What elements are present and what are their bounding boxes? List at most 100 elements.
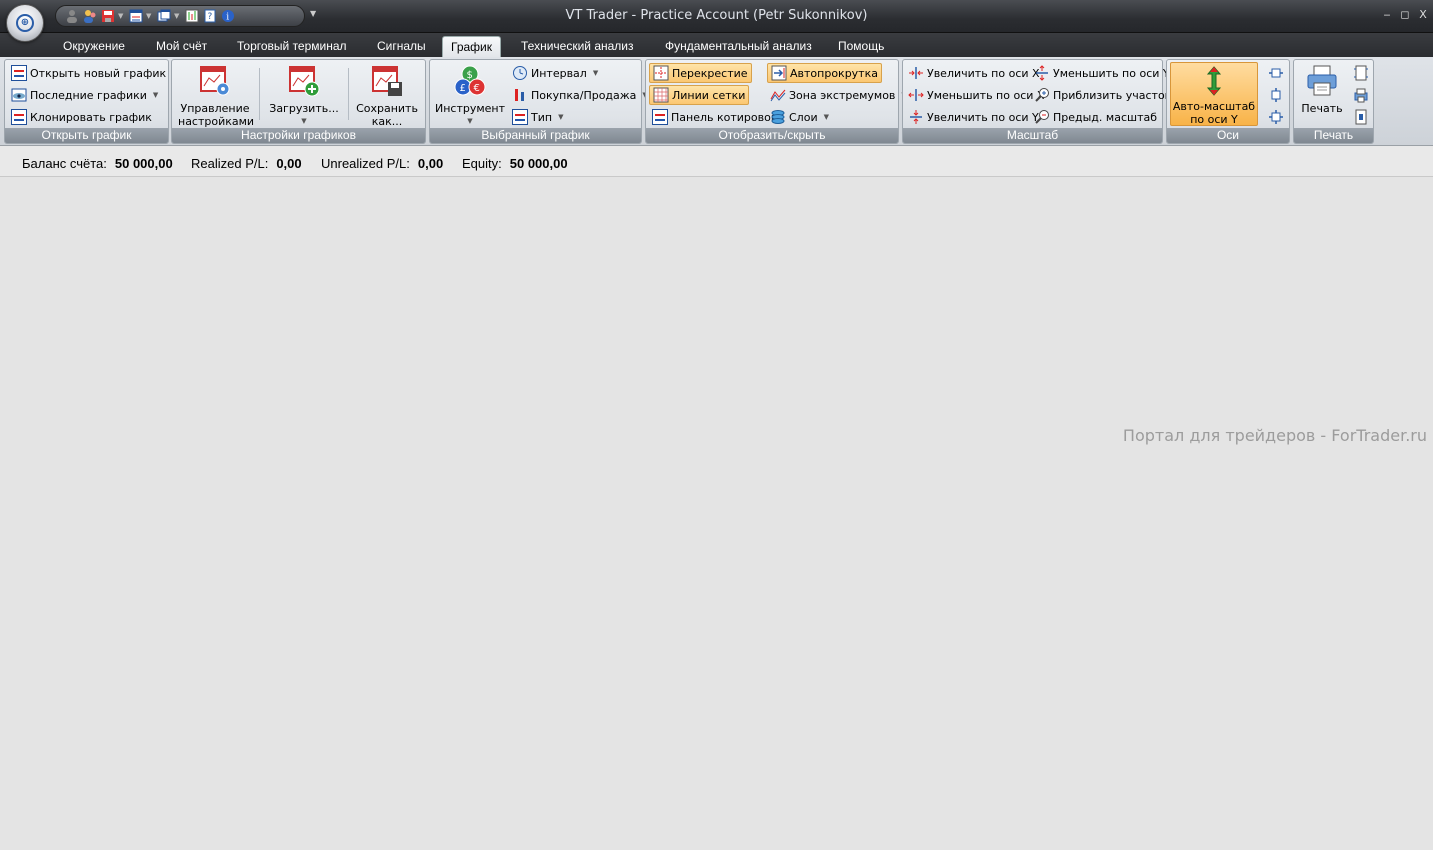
chart-type-label: Тип [531,110,553,124]
crosshair-icon [653,65,669,81]
chart-type-icon [512,109,528,125]
autoscroll-label: Автопрокрутка [790,66,878,80]
extremum-zone-label: Зона экстремумов [789,88,896,102]
zoom-out-y-button[interactable]: Уменьшить по оси Y [1031,63,1173,83]
chart-settings-gear-icon [198,64,232,98]
account-status-bar: Баланс счёта: 50 000,00 Realized P/L: 0,00… [0,146,1433,177]
axis-option-3-button[interactable] [1265,107,1287,127]
axis-option-2-button[interactable] [1265,85,1287,105]
axis-option-1-button[interactable] [1265,63,1287,83]
balance-label: Баланс счёта: [22,156,107,171]
tab-my-account[interactable]: Мой счёт [148,36,215,57]
quote-panel-toggle[interactable]: Панель котировок [649,107,780,127]
group-axes: Авто-масштаб по оси Y Оси [1166,59,1290,144]
clone-chart-button[interactable]: Клонировать график [8,107,155,127]
grid-lines-toggle[interactable]: Линии сетки [649,85,750,105]
extremum-zone-toggle[interactable]: Зона экстремумов ▼ [767,85,910,105]
zoom-region-button[interactable]: Приблизить участок [1031,85,1174,105]
print-settings-icon [1353,109,1369,125]
zoom-in-x-label: Увеличить по оси X [927,66,1040,80]
minimize-button[interactable]: ‒ [1381,8,1393,21]
clock-icon [512,65,528,81]
interval-button[interactable]: Интервал ▼ [509,63,601,83]
equity-label: Equity: [462,156,502,171]
restore-button[interactable]: ◻ [1399,8,1411,21]
auto-scale-icon [1202,66,1226,96]
auto-scale-y-toggle[interactable]: Авто-масштаб по оси Y [1170,62,1258,126]
group-selected-chart: $ £ € Инструмент ▼ Интервал ▼ Покупка/Прод… [429,59,648,144]
print-preview-button[interactable] [1350,85,1372,105]
grid-icon [653,87,669,103]
window-title: VT Trader - Practice Account (Petr Sukon… [565,8,868,23]
svg-text:€: € [474,83,480,94]
zoom-in-y-button[interactable]: Увеличить по оси Y [905,107,1042,127]
group-open-chart: Открыть новый график ▼ Последние графики… [4,59,178,144]
separator [348,68,349,120]
grid-lines-label: Линии сетки [672,88,746,102]
zoom-out-x-button[interactable]: Уменьшить по оси X [905,85,1047,105]
print-settings-button[interactable] [1350,107,1372,127]
axis-vertical-icon [1268,87,1284,103]
buy-sell-label: Покупка/Продажа [531,88,637,102]
instrument-button[interactable]: $ £ € Инструмент ▼ [435,64,505,128]
group-label: Оси [1167,128,1289,143]
buy-sell-button[interactable]: Покупка/Продажа ▼ [509,85,651,105]
layers-label: Слои [789,110,818,124]
zoom-out-x-label: Уменьшить по оси X [927,88,1045,102]
load-settings-button[interactable]: Загрузить... ▼ [266,64,342,128]
page-setup-button[interactable] [1350,63,1372,83]
group-label: Печать [1294,128,1373,143]
tab-fundamental-analysis[interactable]: Фундаментальный анализ [657,36,820,57]
tab-trading-terminal[interactable]: Торговый терминал [229,36,355,57]
application-menu-button[interactable]: ⊕ [6,4,44,42]
tab-signals[interactable]: Сигналы [369,36,434,57]
quote-panel-label: Панель котировок [671,110,778,124]
layers-button[interactable]: Слои ▼ [767,107,832,127]
group-label: Отобразить/скрыть [646,128,898,143]
balance-value: 50 000,00 [114,156,173,171]
crosshair-label: Перекрестие [672,66,748,80]
realized-pl-value: 0,00 [276,156,302,171]
save-as-label-1: Сохранить [356,102,418,115]
page-setup-icon [1353,65,1369,81]
tab-environment[interactable]: Окружение [55,36,133,57]
chart-icon [11,65,27,81]
zoom-out-x-icon [908,87,924,103]
zoom-in-x-icon [908,65,924,81]
previous-scale-label: Предыд. масштаб [1053,110,1157,124]
tab-help[interactable]: Помощь [830,36,892,57]
group-label: Масштаб [903,128,1162,143]
save-as-label-2: как... [371,115,403,128]
previous-scale-button[interactable]: Предыд. масштаб [1031,107,1160,127]
chevron-down-icon: ▼ [823,113,829,121]
zoom-in-y-icon [908,109,924,125]
chevron-down-icon: ▼ [301,117,307,125]
svg-text:$: $ [467,70,473,81]
manage-settings-button[interactable]: Управление настройками [178,64,254,128]
ribbon-tabs: Окружение Мой счёт Торговый терминал Сиг… [0,33,1433,57]
layers-icon [770,109,786,125]
open-new-chart-button[interactable]: Открыть новый график ▼ [8,63,181,83]
crosshair-toggle[interactable]: Перекрестие [649,63,752,83]
print-button[interactable]: Печать [1298,64,1346,115]
autoscroll-toggle[interactable]: Автопрокрутка [767,63,882,83]
autoscroll-icon [771,65,787,81]
tab-technical-analysis[interactable]: Технический анализ [513,36,642,57]
tab-chart[interactable]: График [442,36,501,57]
balance-stat: Баланс счёта: 50 000,00 [22,156,173,171]
zoom-in-x-button[interactable]: Увеличить по оси X [905,63,1043,83]
recent-charts-button[interactable]: Последние графики ▼ [8,85,161,105]
axis-horizontal-icon [1268,65,1284,81]
print-preview-icon [1353,87,1369,103]
recent-charts-label: Последние графики [30,88,147,102]
group-label: Выбранный график [430,128,641,143]
close-button[interactable]: X [1417,8,1429,21]
window-controls: ‒ ◻ X [1381,8,1429,21]
quote-panel-icon [652,109,668,125]
app-logo-icon: ⊕ [16,14,34,32]
separator [259,68,260,120]
save-as-button[interactable]: Сохранить как... [352,64,422,128]
chart-type-button[interactable]: Тип ▼ [509,107,566,127]
auto-scale-label-2: по оси Y [1190,113,1238,126]
zoom-region-label: Приблизить участок [1053,88,1172,102]
